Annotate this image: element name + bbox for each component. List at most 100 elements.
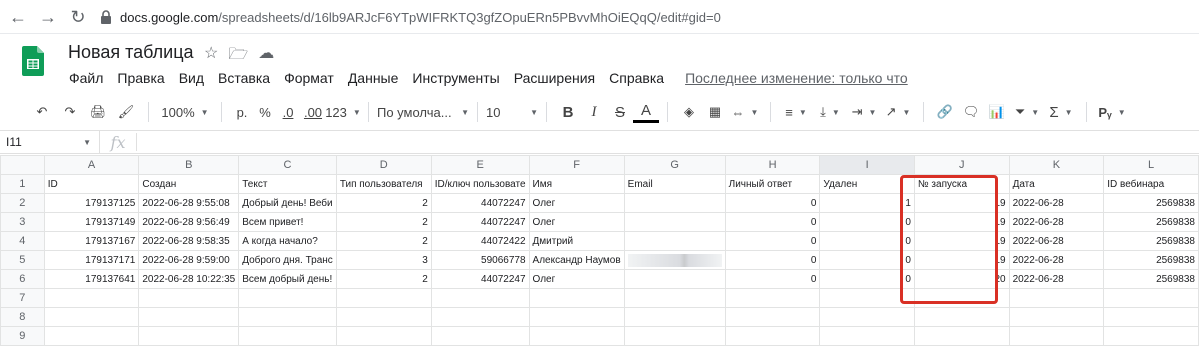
table-cell[interactable]: ID вебинара — [1103, 174, 1199, 194]
table-cell[interactable] — [43, 288, 140, 308]
table-cell[interactable] — [1103, 307, 1199, 327]
table-cell[interactable] — [819, 288, 915, 308]
menu-tools[interactable]: Инструменты — [405, 68, 506, 88]
insert-comment-icon[interactable]: 🗨 — [958, 100, 984, 124]
menu-edit[interactable]: Правка — [110, 68, 171, 88]
font-size-select[interactable]: 10 ▼ — [486, 100, 538, 124]
text-rotation-icon[interactable]: ↗ ▼ — [881, 100, 915, 124]
table-cell[interactable]: 2022-06-28 9:55:08 — [138, 193, 240, 213]
column-header[interactable]: B — [138, 155, 240, 175]
table-cell[interactable]: 2022-06-28 9:58:35 — [138, 231, 240, 251]
font-select[interactable]: По умолча... ▼ — [377, 100, 469, 124]
table-cell[interactable] — [528, 288, 625, 308]
table-cell[interactable] — [623, 250, 726, 270]
table-cell[interactable]: 0 — [819, 269, 915, 289]
table-cell[interactable]: 2569838 — [1103, 269, 1199, 289]
table-cell[interactable]: ID — [43, 174, 140, 194]
zoom-select[interactable]: 100% ▼ — [157, 100, 213, 124]
table-cell[interactable]: 44072247 — [430, 212, 530, 232]
table-cell[interactable]: 0 — [724, 250, 821, 270]
table-cell[interactable] — [1103, 288, 1199, 308]
table-cell[interactable]: 2022-06-28 — [1008, 231, 1105, 251]
functions-button[interactable]: Σ ▼ — [1044, 100, 1078, 124]
table-cell[interactable]: Email — [623, 174, 726, 194]
table-cell[interactable]: Тип пользователя — [335, 174, 432, 194]
strikethrough-button[interactable]: S — [607, 100, 633, 124]
insert-link-icon[interactable]: 🔗 — [932, 100, 958, 124]
table-cell[interactable]: 0 — [724, 193, 821, 213]
formula-input[interactable] — [137, 131, 1199, 153]
filter-icon[interactable]: ⏷ ▼ — [1010, 100, 1044, 124]
table-cell[interactable]: 2022-06-28 10:22:35 — [138, 269, 240, 289]
table-cell[interactable]: 2 — [335, 193, 432, 213]
table-cell[interactable] — [724, 307, 821, 327]
column-header[interactable]: F — [528, 155, 625, 175]
table-cell[interactable]: 2569838 — [1103, 212, 1199, 232]
menu-extensions[interactable]: Расширения — [507, 68, 602, 88]
table-cell[interactable] — [623, 326, 726, 346]
row-header[interactable]: 3 — [0, 212, 45, 232]
table-cell[interactable]: 0 — [819, 250, 915, 270]
row-header[interactable]: 1 — [0, 174, 45, 194]
table-cell[interactable]: 20 — [913, 269, 1010, 289]
borders-icon[interactable]: ▦ — [702, 100, 728, 124]
column-header[interactable]: I — [819, 155, 915, 175]
table-cell[interactable]: 0 — [819, 231, 915, 251]
row-header[interactable]: 8 — [0, 307, 45, 327]
column-header[interactable]: E — [430, 155, 530, 175]
table-cell[interactable]: 2569838 — [1103, 250, 1199, 270]
table-cell[interactable]: 19 — [913, 250, 1010, 270]
table-cell[interactable]: 0 — [724, 231, 821, 251]
table-cell[interactable] — [430, 288, 530, 308]
paint-format-icon[interactable]: 🖌 — [112, 100, 140, 124]
bold-button[interactable]: B — [555, 100, 581, 124]
table-cell[interactable] — [238, 288, 337, 308]
table-cell[interactable]: 2 — [335, 231, 432, 251]
column-header[interactable]: C — [238, 155, 337, 175]
table-cell[interactable]: № запуска — [913, 174, 1010, 194]
table-cell[interactable] — [724, 326, 821, 346]
star-icon[interactable]: ☆ — [204, 43, 218, 70]
menu-file[interactable]: Файл — [62, 68, 110, 88]
table-cell[interactable] — [430, 326, 530, 346]
table-cell[interactable] — [238, 307, 337, 327]
table-cell[interactable] — [623, 193, 726, 213]
undo-icon[interactable]: ↶ — [28, 100, 56, 124]
table-cell[interactable]: 44072247 — [430, 193, 530, 213]
table-cell[interactable]: 179137641 — [43, 269, 140, 289]
table-cell[interactable] — [724, 288, 821, 308]
fill-color-icon[interactable]: ◈ — [676, 100, 702, 124]
vertical-align-icon[interactable]: ⤓ ▼ — [813, 100, 847, 124]
name-box[interactable]: I11 ▼ — [0, 131, 100, 153]
table-cell[interactable]: Удален — [819, 174, 915, 194]
table-cell[interactable] — [335, 326, 432, 346]
table-cell[interactable] — [623, 212, 726, 232]
table-cell[interactable] — [528, 326, 625, 346]
table-cell[interactable] — [430, 307, 530, 327]
merge-cells-icon[interactable]: ⇔ ▼ — [728, 100, 762, 124]
table-cell[interactable]: 19 — [913, 212, 1010, 232]
table-cell[interactable]: Имя — [528, 174, 625, 194]
table-cell[interactable]: Олег — [528, 193, 625, 213]
table-cell[interactable]: 179137149 — [43, 212, 140, 232]
table-cell[interactable] — [819, 326, 915, 346]
table-cell[interactable]: 2022-06-28 — [1008, 212, 1105, 232]
table-cell[interactable]: Олег — [528, 212, 625, 232]
table-cell[interactable]: Текст — [238, 174, 337, 194]
text-wrap-icon[interactable]: ⇥ ▼ — [847, 100, 881, 124]
table-cell[interactable]: 0 — [724, 269, 821, 289]
table-cell[interactable]: 2022-06-28 — [1008, 269, 1105, 289]
table-cell[interactable]: Дата — [1008, 174, 1105, 194]
table-cell[interactable] — [138, 326, 240, 346]
table-cell[interactable]: 1 — [819, 193, 915, 213]
select-all-corner[interactable] — [0, 155, 45, 175]
row-header[interactable]: 4 — [0, 231, 45, 251]
table-cell[interactable]: 2 — [335, 212, 432, 232]
text-color-button[interactable]: A — [633, 101, 659, 123]
table-cell[interactable]: Всем привет! — [238, 212, 337, 232]
table-cell[interactable]: Дмитрий — [528, 231, 625, 251]
table-cell[interactable] — [913, 326, 1010, 346]
column-header[interactable]: L — [1103, 155, 1199, 175]
increase-decimals-button[interactable]: .00 — [300, 100, 326, 124]
print-icon[interactable]: 🖨 — [84, 100, 112, 124]
